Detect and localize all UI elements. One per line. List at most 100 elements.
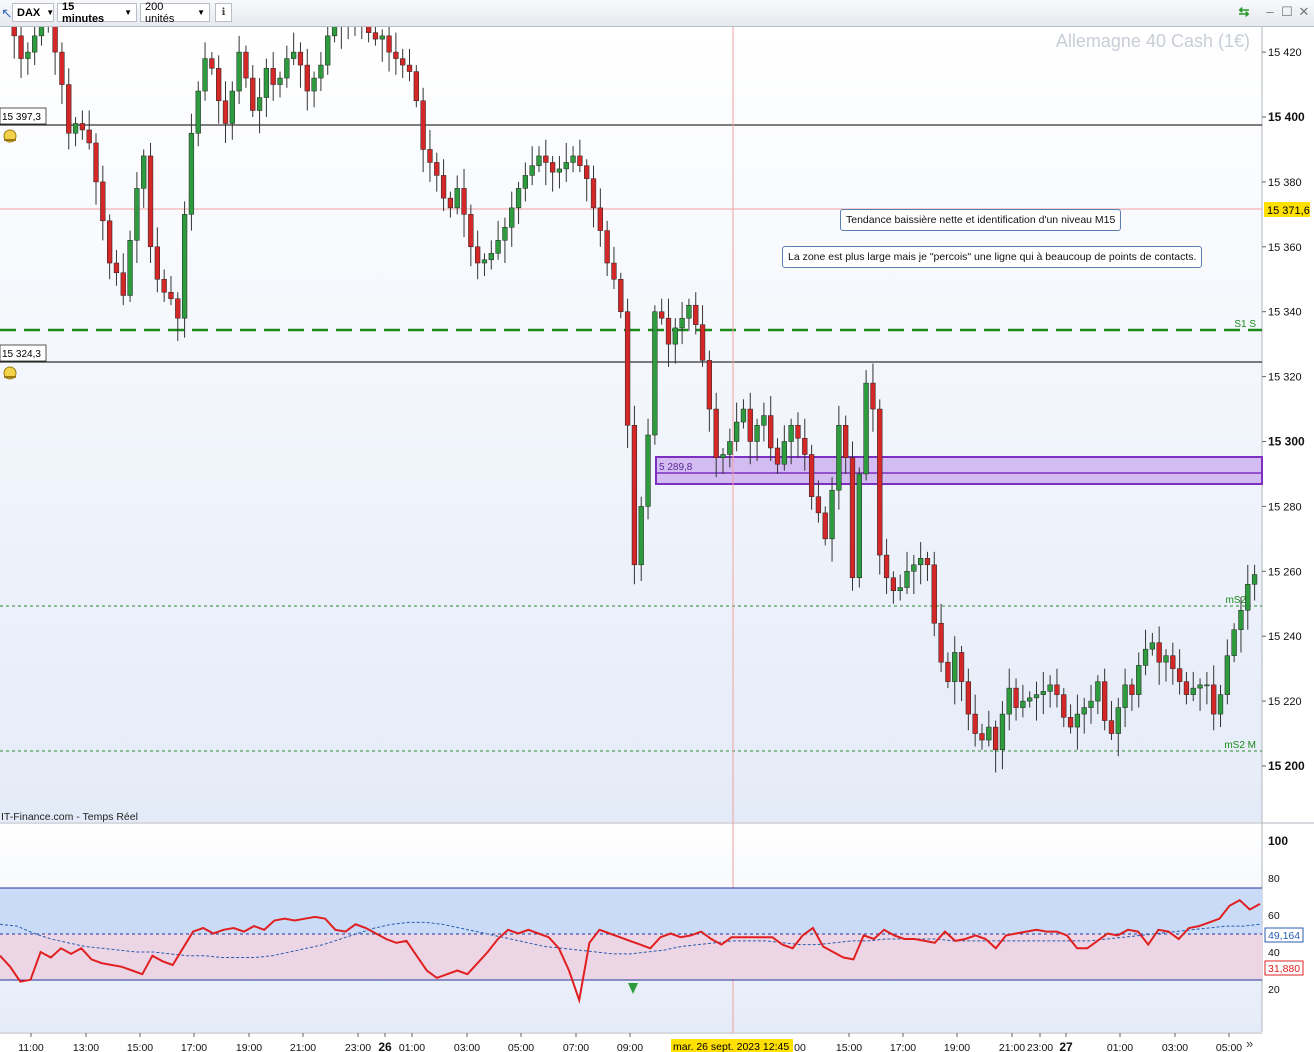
candle-up [1204, 684, 1210, 687]
time-tick-label: 27 [1059, 1040, 1073, 1052]
candle-down [693, 304, 699, 325]
candle-down [1108, 720, 1115, 734]
candle-down [604, 230, 610, 264]
candle-down [175, 298, 181, 319]
candle-down [386, 35, 392, 53]
candle-up [229, 90, 235, 124]
candle-down [461, 188, 467, 215]
candle-down [877, 408, 883, 556]
candle-up [761, 415, 767, 426]
candle-down [883, 554, 890, 579]
candle-up [1088, 700, 1094, 708]
candle-down [938, 622, 944, 663]
candle-down [304, 64, 310, 92]
candle-down [584, 165, 590, 179]
candle-up [645, 434, 651, 507]
scroll-right-icon[interactable]: » [1246, 1036, 1253, 1051]
time-tick-label: 17:00 [181, 1042, 207, 1052]
chevron-down-icon: ▼ [197, 8, 205, 17]
candle-up [72, 123, 79, 134]
candle-up [672, 327, 678, 345]
candle-up [740, 408, 747, 423]
time-tick-label: 00 [794, 1042, 806, 1052]
price-tick-label: 15 280 [1268, 501, 1302, 513]
candle-up [781, 441, 787, 465]
info-icon[interactable]: ℹ [215, 3, 232, 22]
candle-down [427, 149, 433, 163]
time-tick-label: 19:00 [944, 1042, 970, 1052]
candle-down [549, 162, 556, 173]
candle-up [202, 58, 208, 92]
price-chart[interactable]: Allemagne 40 Cash (1€) 5 289,8 S1 S mS2 … [0, 27, 1314, 1052]
candle-up [134, 188, 140, 241]
candle-up [277, 77, 283, 85]
candle-down [618, 279, 624, 312]
s1-label: S1 S [1234, 319, 1256, 330]
ms2m-label: mS2 M [1224, 740, 1256, 751]
candle-up [856, 473, 862, 579]
candle-down [52, 27, 58, 53]
time-tick-label: 17:00 [890, 1042, 916, 1052]
annotation-trend[interactable]: Tendance baissière nette et identificati… [840, 209, 1122, 231]
bell-icon[interactable] [3, 366, 17, 380]
candle-up [1245, 584, 1251, 611]
time-tick-label: 23:00 [1027, 1042, 1053, 1052]
candle-up [454, 188, 460, 209]
timeframe-select[interactable]: 15 minutes ▼ [57, 1, 137, 25]
instrument-select[interactable]: DAX ▼ [12, 3, 54, 22]
candle-up [522, 175, 528, 189]
candle-up [325, 35, 331, 66]
time-tick-label: 11:00 [18, 1042, 44, 1052]
candle-up [863, 382, 869, 475]
units-select[interactable]: 200 unités ▼ [140, 1, 210, 25]
annotation-zone[interactable]: La zone est plus large mais je "percois"… [782, 246, 1203, 268]
candle-up [1136, 665, 1142, 695]
time-tick-label: 07:00 [563, 1042, 589, 1052]
candle-down [297, 51, 304, 66]
candle-down [66, 84, 72, 134]
candle-up [986, 726, 992, 741]
chart-title: Allemagne 40 Cash (1€) [1056, 31, 1250, 51]
maximize-icon[interactable]: ☐ [1279, 4, 1295, 20]
candle-up [495, 240, 501, 254]
candle-down [802, 438, 808, 455]
candle-down [1102, 681, 1108, 721]
candle-up [652, 311, 658, 436]
price-tick-label: 15 240 [1268, 631, 1302, 643]
candle-down [979, 733, 985, 741]
ms2-label: mS2 [1225, 595, 1246, 606]
candle-down [243, 51, 249, 79]
candle-up [263, 68, 270, 98]
bell-icon[interactable] [3, 129, 17, 143]
candle-down [365, 27, 372, 33]
pointer-icon[interactable]: ↖ [1, 4, 13, 22]
close-icon[interactable]: ✕ [1296, 4, 1312, 20]
candle-down [147, 155, 154, 248]
candle-down [931, 564, 937, 624]
candle-down [440, 175, 447, 199]
support-label: 15 324,3 [2, 349, 41, 360]
minimize-icon[interactable]: – [1262, 4, 1278, 20]
candle-up [836, 425, 842, 491]
candle-up [1190, 687, 1196, 695]
candle-up [734, 421, 740, 442]
price-tick-label: 15 380 [1268, 177, 1302, 189]
candle-up [127, 240, 133, 296]
support-zone[interactable] [655, 456, 1263, 485]
time-tick-label: 03:00 [1162, 1042, 1188, 1052]
price-tick-label: 15 360 [1268, 242, 1302, 254]
candle-down [434, 162, 440, 176]
candle-down [413, 71, 419, 102]
rsi-upper-band [0, 888, 1262, 934]
rsi-tick-label: 80 [1268, 873, 1280, 885]
candle-down [611, 262, 617, 280]
time-tick-label: 03:00 [454, 1042, 480, 1052]
sync-icon[interactable]: ⇆ [1236, 4, 1252, 20]
toolbar: ↖ DAX ▼ 15 minutes ▼ 200 unités ▼ ℹ ⇆ – ☐ ✕ [0, 0, 1314, 27]
candle-up [32, 35, 38, 53]
candle-up [291, 51, 297, 59]
candle-up [331, 27, 338, 37]
candle-up [1217, 694, 1224, 715]
candle-down [808, 454, 815, 497]
price-tick-label: 15 300 [1268, 435, 1305, 449]
